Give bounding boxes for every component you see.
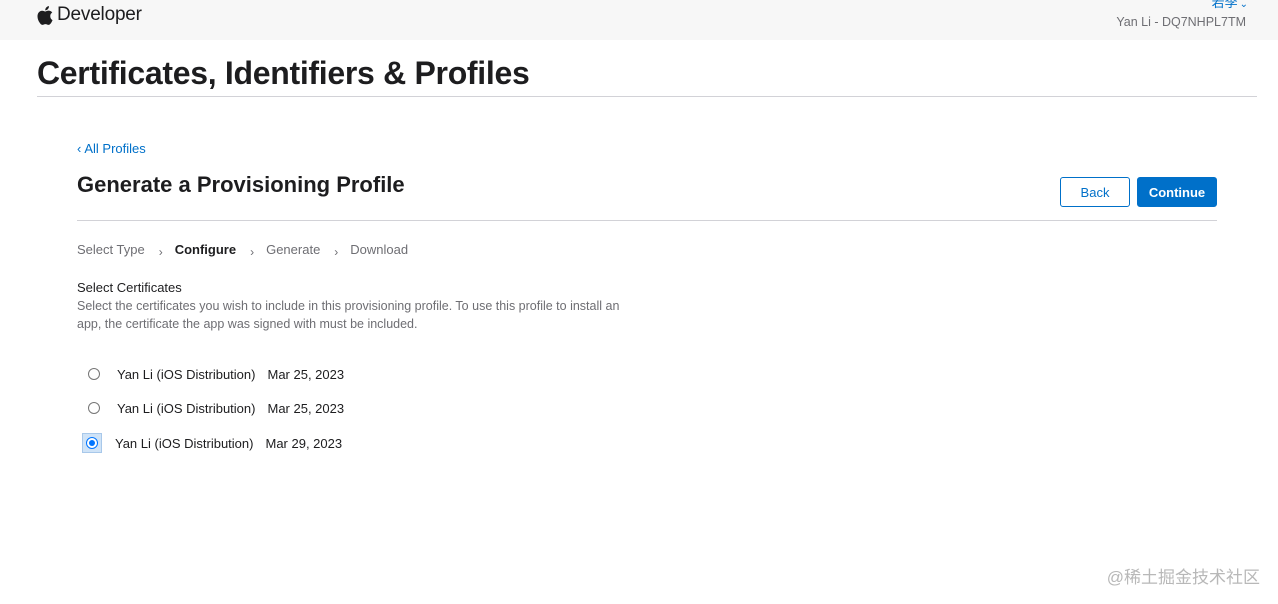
top-bar: Developer 若李 ⌄ Yan Li - DQ7NHPL7TM <box>0 0 1278 40</box>
chevron-right-icon: › <box>334 244 339 259</box>
certificate-radio-selected[interactable] <box>86 437 98 449</box>
team-id: Yan Li - DQ7NHPL7TM <box>1116 15 1246 29</box>
certificate-date: Mar 25, 2023 <box>267 400 345 416</box>
chevron-left-icon: ‹ <box>77 141 82 156</box>
brand-text: Developer <box>57 4 142 25</box>
certificate-option[interactable]: Yan Li (iOS Distribution) Mar 25, 2023 <box>86 366 344 382</box>
certificate-date: Mar 29, 2023 <box>265 435 343 451</box>
developer-home-link[interactable]: Developer <box>37 2 142 28</box>
account-menu[interactable]: 若李 ⌄ <box>1212 0 1248 11</box>
select-certificates-heading: Select Certificates <box>77 280 182 295</box>
certificate-option[interactable]: Yan Li (iOS Distribution) Mar 29, 2023 <box>82 433 343 453</box>
description-line: Select the certificates you wish to incl… <box>77 299 620 313</box>
chevron-right-icon: › <box>158 244 163 259</box>
account-name: 若李 <box>1211 0 1238 10</box>
all-profiles-label: All Profiles <box>84 141 146 156</box>
step-generate: Generate <box>266 242 321 257</box>
certificate-option[interactable]: Yan Li (iOS Distribution) Mar 25, 2023 <box>86 400 344 416</box>
divider <box>77 220 1217 221</box>
section-title: Generate a Provisioning Profile <box>77 172 405 197</box>
step-breadcrumb: Select Type › Configure › Generate › Dow… <box>77 242 409 259</box>
page-title: Certificates, Identifiers & Profiles <box>37 55 530 91</box>
certificate-name: Yan Li (iOS Distribution) <box>115 435 254 451</box>
divider <box>37 96 1257 97</box>
description-line: app, the certificate the app was signed … <box>77 317 418 331</box>
continue-button[interactable]: Continue <box>1137 177 1217 207</box>
certificate-radio[interactable] <box>88 402 100 414</box>
certificate-radio[interactable] <box>88 368 100 380</box>
chevron-down-icon: ⌄ <box>1239 0 1248 10</box>
certificate-date: Mar 25, 2023 <box>267 366 345 382</box>
watermark: @稀土掘金技术社区 <box>1106 568 1260 587</box>
step-download: Download <box>350 242 409 257</box>
back-button[interactable]: Back <box>1060 177 1130 207</box>
certificate-name: Yan Li (iOS Distribution) <box>117 366 256 382</box>
chevron-right-icon: › <box>250 244 255 259</box>
select-certificates-description: Select the certificates you wish to incl… <box>77 297 697 333</box>
all-profiles-link[interactable]: ‹ All Profiles <box>77 141 146 156</box>
apple-logo-icon <box>37 5 53 25</box>
step-configure: Configure <box>174 242 237 257</box>
step-select-type: Select Type <box>77 242 145 257</box>
certificate-name: Yan Li (iOS Distribution) <box>117 400 256 416</box>
